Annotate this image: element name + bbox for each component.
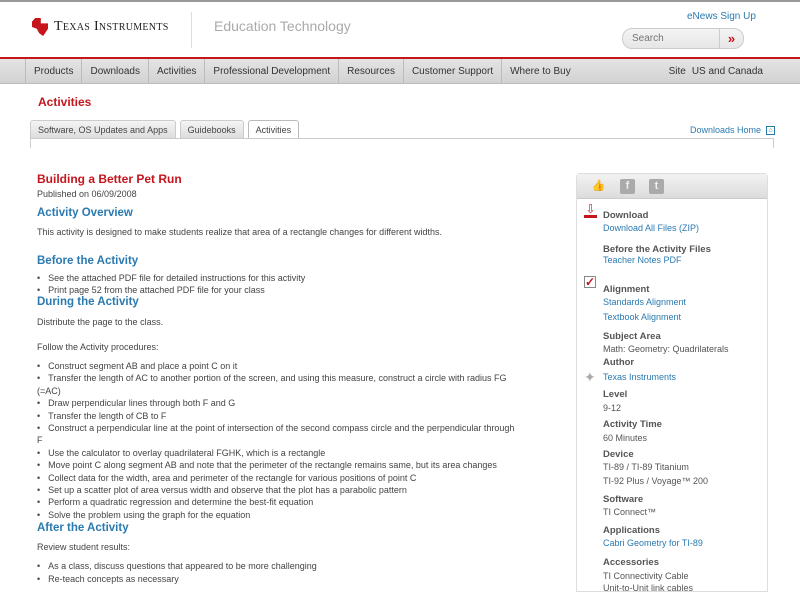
twitter-icon[interactable]: t [649,178,664,194]
downloads-home-label: Downloads Home [690,125,762,135]
list-item: Construct segment AB and place a point C… [37,361,237,371]
overview-heading: Activity Overview [37,207,133,219]
list-item: Construct a perpendicular line at the po… [37,423,514,433]
top-border [0,0,800,2]
like-icon[interactable]: 👍 [591,179,606,194]
device-heading: Device [603,449,634,460]
tab-panel-border [30,138,774,148]
list-item: Perform a quadratic regression and deter… [37,497,313,507]
nav-resources[interactable]: Resources [339,59,404,84]
page-title: Activities [38,95,92,109]
overview-text: This activity is designed to make studen… [37,227,443,237]
subject-heading: Subject Area [603,331,661,342]
site-label: Site [668,66,686,77]
nav-where-to-buy[interactable]: Where to Buy [502,59,579,84]
download-icon: ⇩ [584,202,597,218]
device-value: TI-89 / TI-89 Titanium [603,462,689,472]
section-title: Education Technology [214,18,351,34]
download-heading: Download [603,210,649,221]
list-item: Transfer the length of CB to F [37,411,166,421]
list-item: Draw perpendicular lines through both F … [37,398,235,408]
tab-activities[interactable]: Activities [247,120,300,139]
textbook-alignment-link[interactable]: Textbook Alignment [603,312,681,322]
brand-name: Texas Instruments [54,19,169,34]
time-heading: Activity Time [603,419,662,430]
site-value: US and Canada [691,66,763,77]
search-input[interactable] [623,33,719,44]
author-link[interactable]: Texas Instruments [603,372,676,382]
list-item: Set up a scatter plot of area versus wid… [37,485,407,495]
list-item: As a class, discuss questions that appea… [37,561,317,571]
nav-professional-development[interactable]: Professional Development [205,59,340,84]
standards-alignment-link[interactable]: Standards Alignment [603,297,686,307]
teacher-notes-link[interactable]: Teacher Notes PDF [603,255,682,265]
nav-customer-support[interactable]: Customer Support [404,59,503,84]
list-item: Use the calculator to overlay quadrilate… [37,448,325,458]
list-item: Re-teach concepts as necessary [37,574,179,584]
list-item: Transfer the length of AC to another por… [37,373,506,383]
tab-guidebooks[interactable]: Guidebooks [179,120,244,138]
ti-logo-icon [32,18,48,36]
after-intro: Review student results: [37,542,131,552]
list-item: See the attached PDF file for detailed i… [37,273,305,283]
download-zip-link[interactable]: Download All Files (ZIP) [603,223,699,233]
activity-title: Building a Better Pet Run [37,172,182,186]
author-heading: Author [603,357,635,368]
downloads-home-link[interactable]: Downloads Home ⌂ [690,125,776,135]
nav-products[interactable]: Products [26,59,83,84]
level-heading: Level [603,389,628,400]
ti-logo[interactable]: Texas Instruments [32,18,169,36]
time-value: 60 Minutes [603,433,648,443]
list-item: Move point C along segment AB and note t… [37,460,497,470]
accessories-heading: Accessories [603,557,659,568]
texas-icon: ✦ [584,369,596,385]
list-item: Print page 52 from the attached PDF file… [37,285,265,295]
subject-value: Math: Geometry: Quadrilaterals [603,344,729,354]
enews-signup-link[interactable]: eNews Sign Up [687,11,756,22]
device-value: TI-92 Plus / Voyage™ 200 [603,476,709,486]
tab-bar: Software, OS Updates and Apps Guidebooks… [30,120,300,139]
software-value: TI Connect™ [603,507,657,517]
application-link[interactable]: Cabri Geometry for TI-89 [603,538,703,548]
before-heading: Before the Activity [37,255,139,267]
list-item: (=AC) [37,385,61,396]
after-heading: After the Activity [37,522,129,534]
checkbox-icon: ✓ [584,275,596,289]
search-button[interactable]: » [719,29,743,48]
share-bar: 👍 f t [577,174,767,199]
list-item: Collect data for the width, area and per… [37,473,416,483]
before-files-heading: Before the Activity Files [603,244,711,255]
list-item: F [37,435,43,446]
published-date: Published on 06/09/2008 [37,189,137,199]
nav-downloads[interactable]: Downloads [82,59,149,84]
software-heading: Software [603,494,644,505]
level-value: 9-12 [603,403,622,413]
accessory-value: TI Connectivity Cable [603,571,689,581]
tab-software[interactable]: Software, OS Updates and Apps [30,120,176,138]
facebook-icon[interactable]: f [620,178,635,194]
header-divider [191,12,192,48]
during-intro: Distribute the page to the class. [37,317,164,327]
home-icon: ⌂ [766,125,776,135]
during-follow: Follow the Activity procedures: [37,342,159,352]
list-item: Solve the problem using the graph for th… [37,510,250,520]
during-heading: During the Activity [37,296,139,308]
site-selector[interactable]: Site US and Canada [669,66,763,77]
applications-heading: Applications [603,525,661,536]
alignment-heading: Alignment [603,284,650,295]
nav-activities[interactable]: Activities [149,59,206,84]
search-box: » [622,28,744,49]
